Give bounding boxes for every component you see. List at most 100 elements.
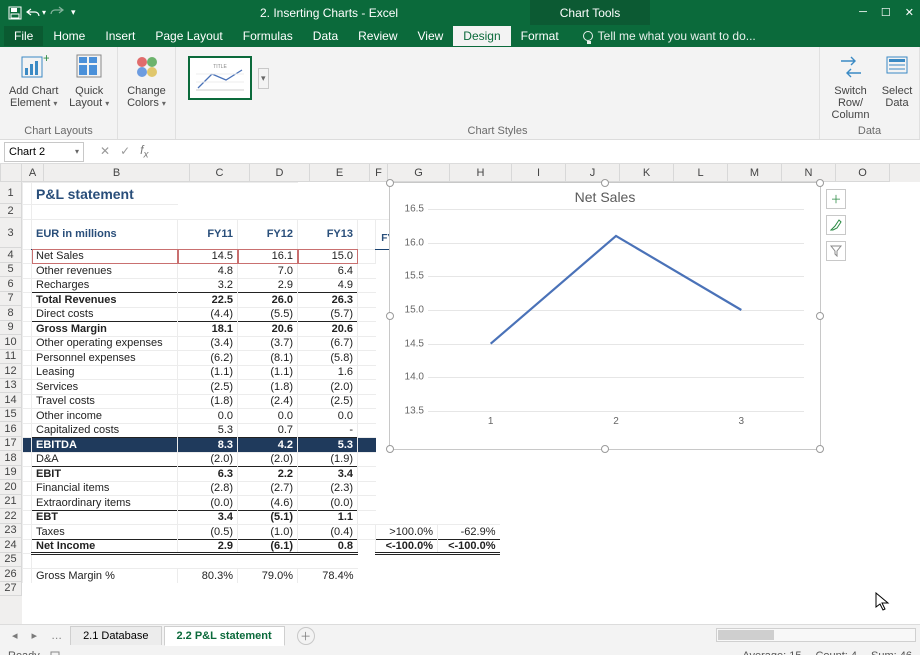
worksheet-grid[interactable]: ABCDEFGHIJKLMNO 123456789101112131415161… <box>0 164 920 624</box>
cell[interactable]: 2.9 <box>238 278 298 293</box>
cell[interactable]: (5.1) <box>238 510 298 525</box>
cell[interactable] <box>358 409 376 424</box>
cell[interactable]: EBIT <box>32 467 178 482</box>
row-header[interactable]: 4 <box>0 248 22 263</box>
cell[interactable]: FY13 <box>298 219 358 249</box>
cell[interactable]: EBT <box>32 510 178 525</box>
row-header[interactable]: 20 <box>0 480 22 495</box>
cell[interactable] <box>23 293 32 308</box>
row-header[interactable]: 12 <box>0 364 22 379</box>
data-tab[interactable]: Data <box>303 26 348 46</box>
resize-handle[interactable] <box>386 312 394 320</box>
cell[interactable]: Direct costs <box>32 307 178 322</box>
view-tab[interactable]: View <box>408 26 454 46</box>
cell[interactable]: (8.1) <box>238 351 298 366</box>
review-tab[interactable]: Review <box>348 26 407 46</box>
cell[interactable]: Travel costs <box>32 394 178 409</box>
chart-elements-button[interactable]: ＋ <box>826 189 846 209</box>
cell[interactable]: 1.1 <box>298 510 358 525</box>
cell[interactable]: 16.1 <box>238 249 298 264</box>
cell[interactable]: Gross Margin <box>32 322 178 337</box>
column-header[interactable]: E <box>310 164 370 182</box>
row-header[interactable]: 17 <box>0 437 22 452</box>
cell[interactable]: (4.4) <box>178 307 238 322</box>
cell[interactable]: (4.6) <box>238 496 298 511</box>
chart-styles-gallery[interactable]: TITLE ▾ <box>182 51 813 105</box>
select-all-corner[interactable] <box>0 164 22 182</box>
cell[interactable]: 0.8 <box>298 539 358 554</box>
cell[interactable] <box>358 322 376 337</box>
cell[interactable] <box>23 467 32 482</box>
cell[interactable]: 20.6 <box>298 322 358 337</box>
name-box[interactable]: Chart 2▾ <box>4 142 84 162</box>
page-layout-tab[interactable]: Page Layout <box>145 26 232 46</box>
cell[interactable] <box>23 525 32 540</box>
cell[interactable]: 3.4 <box>178 510 238 525</box>
row-header[interactable]: 13 <box>0 379 22 394</box>
cell[interactable] <box>358 219 376 249</box>
cell[interactable]: EBITDA <box>32 438 178 453</box>
row-header[interactable]: 5 <box>0 263 22 278</box>
cell[interactable]: (2.0) <box>238 452 298 467</box>
cell[interactable]: Other income <box>32 409 178 424</box>
chart-filters-button[interactable] <box>826 241 846 261</box>
horizontal-scrollbar[interactable] <box>716 628 916 642</box>
cell[interactable]: <-100.0% <box>438 539 500 554</box>
cell[interactable]: 18.1 <box>178 322 238 337</box>
row-header[interactable]: 7 <box>0 292 22 307</box>
column-header[interactable]: D <box>250 164 310 182</box>
cell[interactable]: (2.3) <box>298 481 358 496</box>
column-header[interactable]: B <box>44 164 190 182</box>
cell[interactable] <box>23 409 32 424</box>
cell[interactable] <box>32 205 178 220</box>
cell[interactable]: (2.8) <box>178 481 238 496</box>
cell[interactable]: 0.0 <box>178 409 238 424</box>
cell[interactable] <box>358 467 376 482</box>
cell[interactable] <box>358 525 376 540</box>
new-sheet-button[interactable]: ＋ <box>297 627 315 645</box>
cell[interactable] <box>358 278 376 293</box>
quick-layout-button[interactable]: Quick Layout ▾ <box>67 51 111 110</box>
column-header[interactable]: H <box>450 164 512 182</box>
cell[interactable]: (5.5) <box>238 307 298 322</box>
cell[interactable] <box>23 496 32 511</box>
maximize-button[interactable]: ☐ <box>881 6 891 19</box>
cell[interactable] <box>23 510 32 525</box>
cell[interactable]: >100.0% <box>376 525 438 540</box>
cell[interactable] <box>23 264 32 279</box>
cell[interactable]: (6.2) <box>178 351 238 366</box>
cell[interactable]: Total Revenues <box>32 293 178 308</box>
column-header[interactable]: A <box>22 164 44 182</box>
cell[interactable] <box>358 539 376 554</box>
column-header[interactable]: M <box>728 164 782 182</box>
sheet-tab-pl-statement[interactable]: 2.2 P&L statement <box>164 626 285 646</box>
resize-handle[interactable] <box>386 445 394 453</box>
cell[interactable]: Taxes <box>32 525 178 540</box>
cell[interactable]: 5.3 <box>298 438 358 453</box>
cell[interactable]: 6.4 <box>298 264 358 279</box>
row-header[interactable]: 16 <box>0 422 22 437</box>
cell[interactable]: (1.8) <box>178 394 238 409</box>
cell[interactable] <box>23 423 32 438</box>
cell[interactable]: (1.8) <box>238 380 298 395</box>
cell[interactable]: 4.8 <box>178 264 238 279</box>
cell[interactable]: (2.0) <box>298 380 358 395</box>
column-header[interactable]: O <box>836 164 890 182</box>
row-header[interactable]: 3 <box>0 218 22 248</box>
cell[interactable]: (1.1) <box>178 365 238 380</box>
cell[interactable] <box>23 394 32 409</box>
cell[interactable]: 8.3 <box>178 438 238 453</box>
cell[interactable]: Net Income <box>32 539 178 554</box>
column-header[interactable]: F <box>370 164 388 182</box>
add-chart-element-button[interactable]: + Add Chart Element ▾ <box>6 51 61 110</box>
cell[interactable] <box>358 394 376 409</box>
row-header[interactable]: 26 <box>0 567 22 582</box>
row-header[interactable]: 22 <box>0 509 22 524</box>
cell[interactable]: (2.5) <box>298 394 358 409</box>
cell[interactable]: 6.3 <box>178 467 238 482</box>
column-header[interactable]: J <box>566 164 620 182</box>
chart-styles-button[interactable] <box>826 215 846 235</box>
select-data-button[interactable]: Select Data <box>881 51 913 121</box>
cell[interactable] <box>23 307 32 322</box>
cell[interactable]: 26.3 <box>298 293 358 308</box>
